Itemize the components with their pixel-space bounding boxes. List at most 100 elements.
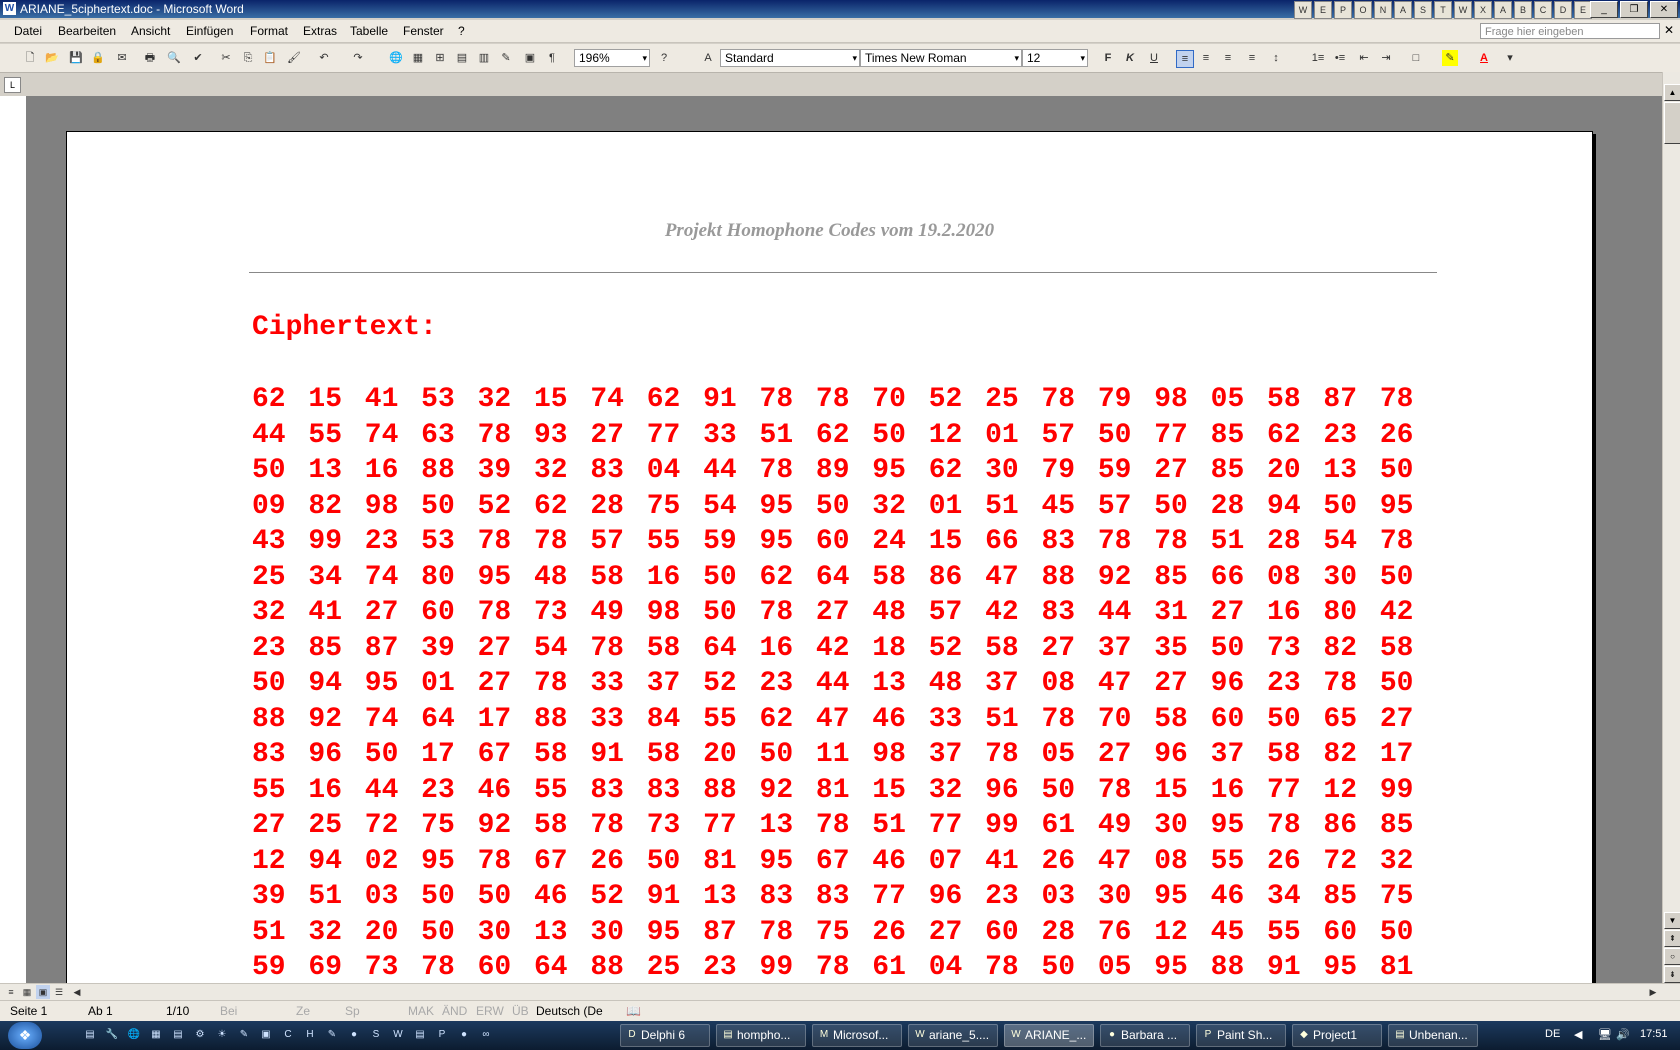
document-page[interactable]: Projekt Homophone Codes vom 19.2.2020 Ci… — [66, 131, 1593, 983]
spellcheck-icon[interactable]: ✔ — [190, 50, 206, 66]
copy-icon[interactable]: ⎘ — [240, 50, 256, 66]
quicklaunch-icon[interactable]: H — [302, 1027, 318, 1043]
quicklaunch-icon[interactable]: P — [434, 1027, 450, 1043]
network-icon[interactable]: 🖥 — [1598, 1028, 1612, 1041]
shortcut-icon-12[interactable]: B — [1514, 1, 1532, 19]
shortcut-icon-5[interactable]: N — [1374, 1, 1392, 19]
restore-button[interactable]: ❐ — [1620, 1, 1648, 18]
increase-indent-icon[interactable]: ⇥ — [1378, 50, 1394, 66]
decrease-indent-icon[interactable]: ⇤ — [1356, 50, 1372, 66]
quicklaunch-icon[interactable]: ⚙ — [192, 1027, 208, 1043]
print-layout-icon[interactable]: ▣ — [36, 985, 50, 999]
vertical-scrollbar[interactable]: ▲ ▼ ⇞ ○ ⇟ — [1662, 72, 1680, 983]
bullets-icon[interactable]: •≡ — [1332, 50, 1348, 66]
menu-help[interactable]: ? — [458, 24, 465, 38]
select-browse-object-icon[interactable]: ○ — [1664, 948, 1680, 965]
minimize-button[interactable]: _ — [1590, 1, 1618, 18]
help-icon[interactable]: ? — [656, 50, 672, 66]
undo-icon[interactable]: ↶ — [316, 50, 332, 66]
font-color-icon[interactable]: A — [1476, 50, 1492, 66]
quicklaunch-icon[interactable]: ▣ — [258, 1027, 274, 1043]
quicklaunch-icon[interactable]: ∞ — [478, 1027, 494, 1043]
start-button[interactable]: ❖ — [8, 1022, 42, 1049]
tray-expand-icon[interactable]: ◀ — [1574, 1028, 1582, 1041]
taskbar-button[interactable]: P Paint Sh... — [1196, 1024, 1286, 1047]
quicklaunch-icon[interactable]: ● — [456, 1027, 472, 1043]
center-button[interactable]: ≡ — [1198, 50, 1214, 66]
shortcut-icon-9[interactable]: W — [1454, 1, 1472, 19]
menu-datei[interactable]: Datei — [14, 24, 42, 38]
quicklaunch-icon[interactable]: ☀ — [214, 1027, 230, 1043]
web-view-icon[interactable]: ▦ — [20, 985, 34, 999]
highlight-icon[interactable]: ✎ — [1442, 50, 1458, 66]
shortcut-icon-14[interactable]: D — [1554, 1, 1572, 19]
clock[interactable]: 17:51 — [1640, 1028, 1668, 1040]
numbering-icon[interactable]: 1≡ — [1310, 50, 1326, 66]
columns-icon[interactable]: ▥ — [476, 50, 492, 66]
drawing-icon[interactable]: ✎ — [498, 50, 514, 66]
shortcut-icon-4[interactable]: O — [1354, 1, 1372, 19]
email-icon[interactable]: ✉ — [114, 50, 130, 66]
menu-einfuegen[interactable]: Einfügen — [186, 24, 233, 38]
scroll-left-icon[interactable]: ◀ — [70, 985, 84, 999]
quicklaunch-icon[interactable]: 🔧 — [104, 1027, 120, 1043]
new-document-icon[interactable]: 🗋 — [22, 50, 38, 66]
quicklaunch-icon[interactable]: C — [280, 1027, 296, 1043]
quicklaunch-icon[interactable]: ✎ — [324, 1027, 340, 1043]
quicklaunch-icon[interactable]: ● — [346, 1027, 362, 1043]
justify-button[interactable]: ≡ — [1244, 50, 1260, 66]
font-select[interactable]: Times New Roman ▾ — [860, 49, 1022, 67]
previous-page-icon[interactable]: ⇞ — [1664, 930, 1680, 947]
quicklaunch-icon[interactable]: ▤ — [82, 1027, 98, 1043]
shortcut-icon-8[interactable]: T — [1434, 1, 1452, 19]
language-indicator[interactable]: DE — [1545, 1028, 1560, 1040]
align-left-button[interactable]: ≡ — [1176, 50, 1194, 68]
redo-icon[interactable]: ↷ — [350, 50, 366, 66]
menu-bearbeiten[interactable]: Bearbeiten — [58, 24, 116, 38]
ask-question-input[interactable]: Frage hier eingeben — [1480, 23, 1660, 39]
menu-extras[interactable]: Extras — [303, 24, 337, 38]
permission-icon[interactable]: 🔒 — [90, 50, 106, 66]
taskbar-button[interactable]: M Microsof... — [812, 1024, 902, 1047]
taskbar-button[interactable]: W ARIANE_... — [1004, 1024, 1094, 1047]
shortcut-icon-13[interactable]: C — [1534, 1, 1552, 19]
insert-table-icon[interactable]: ⊞ — [432, 50, 448, 66]
shortcut-icon-7[interactable]: S — [1414, 1, 1432, 19]
quicklaunch-icon[interactable]: ▦ — [148, 1027, 164, 1043]
tab-selector[interactable]: L — [4, 77, 21, 93]
save-icon[interactable]: 💾 — [68, 50, 84, 66]
print-icon[interactable]: 🖶 — [142, 50, 158, 66]
menu-format[interactable]: Format — [250, 24, 288, 38]
taskbar-button[interactable]: ▤ Unbenan... — [1388, 1024, 1478, 1047]
paste-icon[interactable]: 📋 — [262, 50, 278, 66]
tables-borders-icon[interactable]: ▦ — [410, 50, 426, 66]
status-ovr[interactable]: ÜB — [512, 1004, 529, 1018]
styles-formatting-icon[interactable]: A — [700, 50, 716, 66]
style-select[interactable]: Standard ▾ — [720, 49, 860, 67]
quicklaunch-icon[interactable]: 🌐 — [126, 1027, 142, 1043]
underline-button[interactable]: U — [1146, 50, 1162, 66]
quicklaunch-icon[interactable]: W — [390, 1027, 406, 1043]
scroll-up-icon[interactable]: ▲ — [1664, 84, 1680, 101]
outline-view-icon[interactable]: ☰ — [52, 985, 66, 999]
menu-tabelle[interactable]: Tabelle — [350, 24, 388, 38]
open-folder-icon[interactable]: 📂 — [44, 50, 60, 66]
quicklaunch-icon[interactable]: S — [368, 1027, 384, 1043]
document-map-icon[interactable]: ▣ — [522, 50, 538, 66]
cut-icon[interactable]: ✂ — [218, 50, 234, 66]
word-app-icon[interactable]: W — [3, 2, 16, 15]
scroll-right-icon[interactable]: ▶ — [1646, 985, 1660, 999]
zoom-select[interactable]: 196% ▾ — [574, 49, 650, 67]
spelling-status-icon[interactable]: 📖 — [626, 1004, 641, 1018]
border-icon[interactable]: □ — [1408, 50, 1424, 66]
close-document-icon[interactable]: ✕ — [1664, 23, 1674, 37]
taskbar-button[interactable]: ◆ Project1 — [1292, 1024, 1382, 1047]
format-painter-icon[interactable]: 🖌 — [286, 50, 302, 66]
quicklaunch-icon[interactable]: ▤ — [170, 1027, 186, 1043]
bold-button[interactable]: F — [1100, 50, 1116, 66]
taskbar-button[interactable]: Wariane_5.... — [908, 1024, 998, 1047]
shortcut-icon-10[interactable]: X — [1474, 1, 1492, 19]
status-rec[interactable]: MAK — [408, 1004, 434, 1018]
shortcut-icon-6[interactable]: A — [1394, 1, 1412, 19]
quicklaunch-icon[interactable]: ▤ — [412, 1027, 428, 1043]
